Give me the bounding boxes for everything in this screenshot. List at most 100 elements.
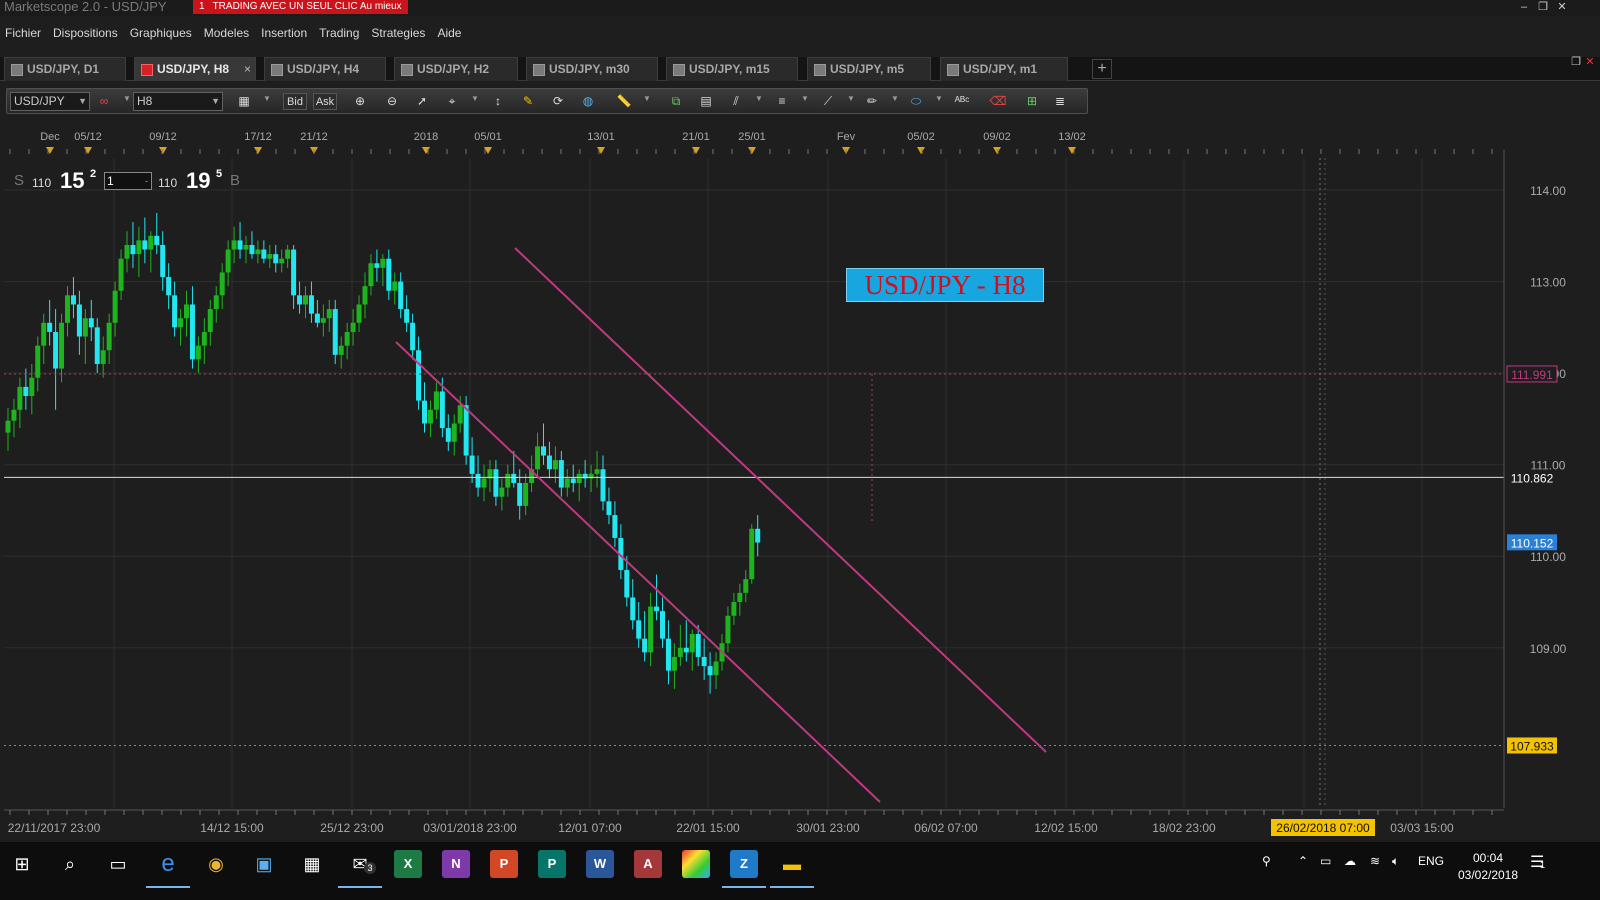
candle-up bbox=[195, 345, 201, 360]
excel-icon[interactable]: X bbox=[394, 850, 422, 878]
terminal-icon[interactable]: ▣ bbox=[250, 850, 278, 878]
candle-up bbox=[576, 473, 582, 483]
candle-down bbox=[606, 501, 612, 516]
price-marker-label: 110.152 bbox=[1511, 536, 1554, 550]
color-app-icon[interactable] bbox=[682, 850, 710, 878]
notification-badge: 1 bbox=[1540, 860, 1546, 870]
buy-pips[interactable]: 19 bbox=[186, 168, 210, 194]
candle-up bbox=[457, 405, 463, 424]
sell-label[interactable]: S bbox=[14, 172, 24, 189]
candle-up bbox=[285, 249, 291, 259]
volume-icon[interactable]: 🔈︎ bbox=[1392, 854, 1399, 869]
battery-icon[interactable]: ▭ bbox=[1320, 854, 1331, 868]
candle-down bbox=[707, 666, 713, 676]
candle-up bbox=[481, 478, 487, 488]
task-view-icon[interactable]: ▭ bbox=[104, 850, 132, 878]
powerpoint-icon[interactable]: P bbox=[490, 850, 518, 878]
candle-down bbox=[314, 313, 320, 323]
candle-down bbox=[439, 391, 445, 429]
candle-down bbox=[76, 304, 82, 337]
candle-up bbox=[552, 460, 558, 470]
file-explorer-icon[interactable]: ▬ bbox=[770, 850, 814, 888]
candle-up bbox=[671, 656, 677, 671]
price-axis: 114.00113.00112.00111.00110.00109.00111.… bbox=[1503, 150, 1567, 808]
candle-up bbox=[112, 290, 118, 323]
candle-up bbox=[326, 309, 332, 319]
publisher-icon[interactable]: P bbox=[538, 850, 566, 878]
chrome-icon[interactable]: ◉ bbox=[202, 850, 230, 878]
candle-down bbox=[374, 263, 380, 268]
app-icon[interactable]: Z bbox=[722, 850, 766, 888]
candle-down bbox=[469, 455, 475, 474]
chart-annotation-label[interactable]: USD/JPY - H8 bbox=[846, 268, 1044, 302]
candle-up bbox=[65, 295, 70, 323]
top-axis-label: 21/12 bbox=[300, 131, 328, 143]
price-chart[interactable]: Dec 05/12 09/12 17/12 21/12 2018 05/01 13/01 21/… bbox=[0, 0, 1600, 842]
wifi-icon[interactable]: ≋ bbox=[1370, 854, 1380, 868]
candle-down bbox=[683, 647, 689, 653]
candle-down bbox=[642, 638, 648, 653]
candle-up bbox=[5, 420, 11, 433]
buy-label[interactable]: B bbox=[230, 172, 240, 189]
buy-fraction: 5 bbox=[216, 168, 223, 180]
candle-down bbox=[546, 455, 552, 470]
candle-up bbox=[362, 286, 368, 305]
candle-up bbox=[648, 606, 654, 653]
calendar-icon[interactable]: ▦ bbox=[298, 850, 326, 878]
candle-down bbox=[558, 460, 564, 488]
start-icon[interactable]: ⊞ bbox=[8, 850, 36, 878]
candle-down bbox=[261, 249, 267, 259]
top-axis-label: 2018 bbox=[414, 131, 438, 143]
y-tick-label: 110.00 bbox=[1530, 550, 1566, 564]
quantity-stepper[interactable]: 1- bbox=[104, 172, 152, 190]
candle-up bbox=[201, 331, 207, 346]
candle-down bbox=[94, 327, 100, 364]
onenote-icon[interactable]: N bbox=[442, 850, 470, 878]
word-icon[interactable]: W bbox=[586, 850, 614, 878]
chevron-down-icon[interactable]: - bbox=[145, 173, 148, 189]
candle-up bbox=[231, 240, 237, 250]
candle-up bbox=[279, 258, 285, 264]
candle-up bbox=[255, 249, 261, 255]
sell-pips[interactable]: 15 bbox=[60, 168, 84, 194]
candle-down bbox=[463, 405, 469, 456]
candle-up bbox=[225, 249, 231, 273]
candle-down bbox=[249, 244, 255, 255]
candle-up bbox=[380, 258, 386, 268]
top-axis-label: Fev bbox=[837, 131, 856, 143]
candle-down bbox=[660, 611, 665, 639]
candle-up bbox=[243, 244, 249, 250]
candle-up bbox=[677, 647, 683, 657]
notifications-icon[interactable]: ☰ 1 bbox=[1530, 852, 1546, 872]
top-axis-bg bbox=[0, 127, 1600, 157]
access-icon[interactable]: A bbox=[634, 850, 662, 878]
language-indicator[interactable]: ENG bbox=[1418, 854, 1444, 868]
candle-up bbox=[594, 469, 600, 474]
candle-up bbox=[82, 318, 88, 337]
windows-taskbar: ⊞ ⌕ ▭ e ◉ ▣ ▦ ✉ 3 X N P P W A Z ▬ ⚲ ⌃ ▭ ☁… bbox=[0, 842, 1600, 900]
top-axis-label: 25/01 bbox=[738, 131, 766, 143]
y-tick-label: 113.00 bbox=[1530, 276, 1566, 290]
candle-up bbox=[392, 281, 398, 291]
candle-up bbox=[338, 345, 344, 355]
cloud-icon[interactable]: ☁ bbox=[1344, 854, 1356, 868]
edge-icon[interactable]: e bbox=[146, 850, 190, 888]
candle-up bbox=[136, 240, 142, 255]
y-tick-label: 114.00 bbox=[1530, 184, 1566, 198]
mail-icon[interactable]: ✉ 3 bbox=[338, 850, 382, 888]
top-axis-label: 05/02 bbox=[907, 131, 935, 143]
price-marker-label: 107.933 bbox=[1510, 739, 1554, 753]
search-icon[interactable]: ⌕ bbox=[56, 850, 84, 878]
people-icon[interactable]: ⚲ bbox=[1262, 854, 1271, 868]
candle-down bbox=[416, 350, 422, 401]
bottom-axis-label: 14/12 15:00 bbox=[200, 821, 264, 835]
candle-down bbox=[332, 309, 338, 355]
candle-down bbox=[297, 295, 303, 305]
candle-up bbox=[178, 318, 184, 328]
clock[interactable]: 00:04 03/02/2018 bbox=[1448, 850, 1528, 884]
candle-up bbox=[350, 322, 356, 332]
show-hidden-icons-icon[interactable]: ⌃ bbox=[1298, 854, 1308, 868]
candle-up bbox=[41, 322, 47, 346]
candle-down bbox=[273, 254, 279, 264]
candle-up bbox=[267, 254, 273, 259]
